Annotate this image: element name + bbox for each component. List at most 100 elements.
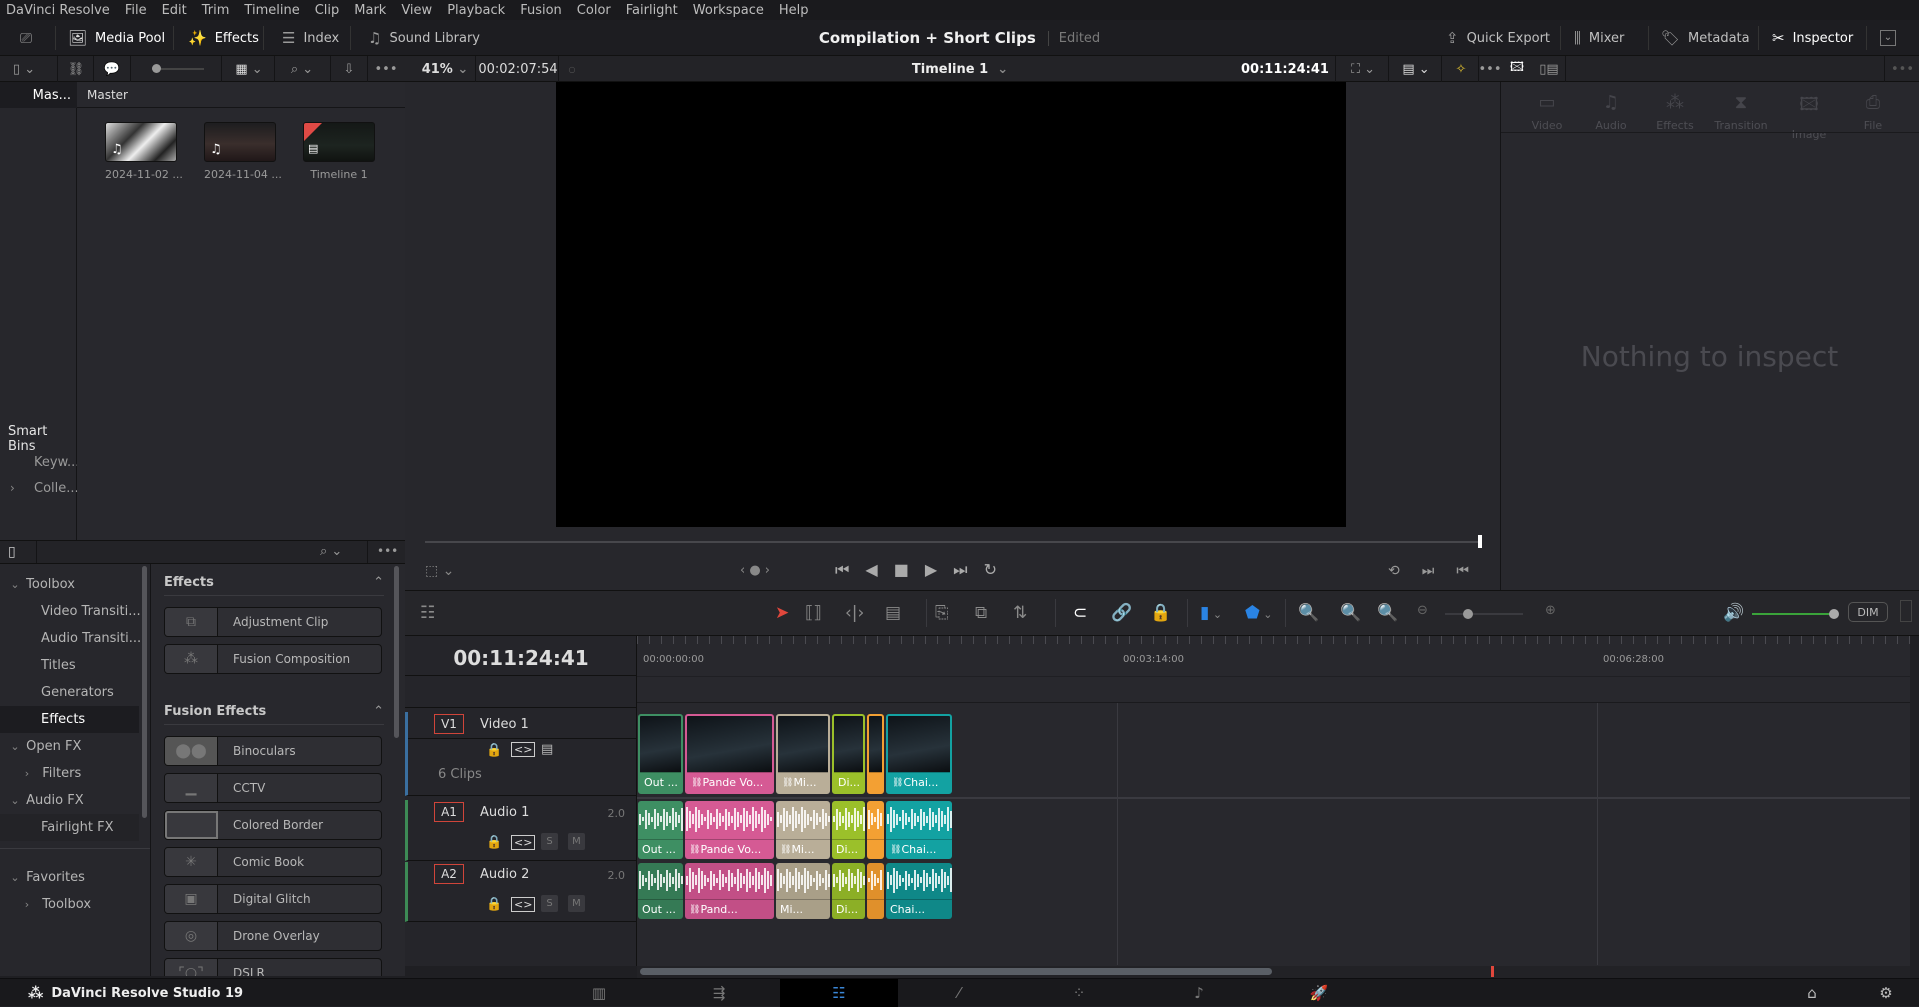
- insert-clip-button[interactable]: ⎘: [935, 603, 949, 623]
- metadata-view-button[interactable]: 💬: [96, 56, 128, 82]
- menu-fusion[interactable]: Fusion: [513, 3, 570, 18]
- menu-color[interactable]: Color: [570, 3, 619, 18]
- page-cut[interactable]: ⇶: [660, 979, 778, 1007]
- more-options-button[interactable]: •••: [370, 56, 402, 82]
- inspector-tab-audio[interactable]: ♫ Audio: [1579, 92, 1643, 132]
- mute-button[interactable]: M: [568, 895, 585, 912]
- zoom-out-button[interactable]: ⊖: [1417, 603, 1428, 618]
- stop-button[interactable]: ■: [894, 560, 909, 580]
- timeline-scroll-thumb[interactable]: [640, 968, 1272, 975]
- effect-item[interactable]: ▣ Digital Glitch: [164, 884, 382, 914]
- next-edit-button[interactable]: ⏭: [1422, 563, 1435, 579]
- settings-button[interactable]: ⚙: [1866, 979, 1906, 1007]
- auto-track-select-icon[interactable]: <>: [511, 742, 536, 757]
- position-lock-button[interactable]: 🔒: [1150, 603, 1171, 623]
- trim-tool-button[interactable]: ⟦⟧: [805, 603, 822, 623]
- viewer-more-button[interactable]: •••: [1479, 56, 1502, 82]
- audio-clip[interactable]: ⛓ Pand...: [685, 863, 774, 919]
- match-frame-button[interactable]: ⟲: [1388, 563, 1400, 579]
- audio-clip[interactable]: Di...: [832, 801, 865, 859]
- inspector-tab-image[interactable]: 🖾 Image: [1777, 92, 1841, 141]
- effect-item[interactable]: ✳ Comic Book: [164, 847, 382, 877]
- zoom-in-button[interactable]: ⊕: [1545, 603, 1556, 618]
- overwrite-clip-button[interactable]: ⧉: [975, 603, 987, 623]
- inspector-more-button[interactable]: •••: [1886, 56, 1919, 82]
- page-edit[interactable]: ☷: [780, 979, 898, 1007]
- track-name[interactable]: Video 1: [480, 717, 529, 732]
- video-clip[interactable]: ⛓ Chai...: [886, 714, 952, 794]
- tree-scrollbar[interactable]: [142, 566, 147, 818]
- inspector-tab-effects[interactable]: ⁂ Effects: [1643, 92, 1707, 132]
- audio-clip[interactable]: Mi...: [776, 863, 830, 919]
- jump-to-start-button[interactable]: ⏮: [835, 560, 849, 580]
- effects-search-button[interactable]: ⌕ ⌄: [320, 544, 342, 559]
- menu-davinci-resolve[interactable]: DaVinci Resolve: [6, 3, 118, 18]
- color-viewer-button[interactable]: ✧: [1444, 56, 1478, 82]
- menu-edit[interactable]: Edit: [155, 3, 195, 18]
- video-clip[interactable]: [867, 714, 884, 794]
- quick-export-button[interactable]: ⇪ Quick Export: [1446, 20, 1550, 56]
- auto-track-select-icon[interactable]: <>: [511, 897, 536, 912]
- dim-button[interactable]: DIM: [1848, 602, 1888, 622]
- viewer-screen[interactable]: [556, 82, 1346, 527]
- audio-clip[interactable]: [867, 801, 884, 859]
- page-color[interactable]: ⁘: [1020, 979, 1138, 1007]
- menu-trim[interactable]: Trim: [195, 3, 238, 18]
- lock-track-icon[interactable]: 🔒: [486, 835, 502, 850]
- unlink-button[interactable]: ⛓: [60, 56, 92, 82]
- metadata-button[interactable]: 🏷 Metadata: [1661, 20, 1750, 56]
- menu-workspace[interactable]: Workspace: [686, 3, 772, 18]
- viewer-zoom-select[interactable]: 41% ⌄: [415, 56, 475, 82]
- inspector-split-mode-button[interactable]: ▯▤: [1534, 56, 1564, 82]
- replace-clip-button[interactable]: ⇅: [1013, 603, 1027, 623]
- solo-button[interactable]: S: [541, 895, 558, 912]
- auto-track-select-icon[interactable]: <>: [511, 835, 536, 850]
- jog-control[interactable]: ‹ ● ›: [740, 563, 770, 578]
- track-id-v1[interactable]: V1: [434, 714, 464, 734]
- inspector-button[interactable]: ✂ Inspector: [1772, 20, 1853, 56]
- inspector-tab-transition[interactable]: ⧗ Transition: [1709, 92, 1773, 132]
- effect-item[interactable]: ⧉ Adjustment Clip: [164, 607, 382, 637]
- page-fairlight[interactable]: ♪: [1140, 979, 1258, 1007]
- jump-to-end-button[interactable]: ⏭: [953, 560, 967, 580]
- video-clip[interactable]: ⛓ Mi...: [776, 714, 830, 794]
- lock-track-icon[interactable]: 🔒: [486, 897, 502, 912]
- media-pool-timeline[interactable]: ▤ Timeline 1: [303, 122, 375, 181]
- video-clip[interactable]: Di...: [832, 714, 865, 794]
- zoom-full-button[interactable]: 🔍: [1298, 603, 1319, 623]
- menu-playback[interactable]: Playback: [440, 3, 513, 18]
- track-id-a2[interactable]: A2: [434, 864, 464, 884]
- zoom-detail-button[interactable]: 🔍: [1340, 603, 1361, 623]
- thumbnail-size-slider[interactable]: [145, 56, 210, 82]
- inspector-image-mode-button[interactable]: 🖾: [1500, 56, 1534, 82]
- page-media[interactable]: ▥: [540, 979, 658, 1007]
- track-name[interactable]: Audio 2: [480, 867, 529, 882]
- disable-video-track-icon[interactable]: ▤: [541, 742, 553, 757]
- prev-edit-button[interactable]: ⏮: [1456, 563, 1469, 579]
- timeline-view-options-button[interactable]: ☷: [420, 603, 435, 623]
- blade-tool-button[interactable]: ▤: [885, 603, 901, 623]
- monitor-volume-slider[interactable]: [1752, 609, 1839, 619]
- audio-clip[interactable]: Di...: [832, 863, 865, 919]
- chevron-right-icon[interactable]: ›: [10, 481, 15, 495]
- effects-more-button[interactable]: •••: [377, 544, 398, 558]
- audio-clip[interactable]: Out ...: [638, 863, 683, 919]
- sort-button[interactable]: ⇩: [333, 56, 365, 82]
- menu-mark[interactable]: Mark: [347, 3, 394, 18]
- tree-toolbox[interactable]: ⌄ Toolbox: [0, 571, 146, 598]
- effect-item[interactable]: ⌜○⌝ DSLR: [164, 958, 382, 976]
- menu-view[interactable]: View: [394, 3, 440, 18]
- tree-favorites-toolbox[interactable]: › Toolbox: [0, 891, 146, 918]
- menu-fairlight[interactable]: Fairlight: [619, 3, 686, 18]
- track-id-a1[interactable]: A1: [434, 802, 464, 822]
- menu-clip[interactable]: Clip: [308, 3, 348, 18]
- tree-fairlight-fx[interactable]: Fairlight FX: [0, 814, 139, 841]
- audio-clip[interactable]: [867, 863, 884, 919]
- snapping-button[interactable]: ⊂: [1073, 603, 1087, 623]
- effect-item[interactable]: ⬤⬤ Binoculars: [164, 736, 382, 766]
- lock-track-icon[interactable]: 🔒: [486, 743, 502, 758]
- audio-clip[interactable]: ⛓ Pande Vo...: [685, 801, 774, 859]
- media-pool-clip[interactable]: ♫ 2024-11-04 ...: [204, 122, 282, 181]
- viewer-scrubber[interactable]: [425, 541, 1480, 543]
- bin-list-toggle[interactable]: ▯ ⌄: [4, 56, 44, 82]
